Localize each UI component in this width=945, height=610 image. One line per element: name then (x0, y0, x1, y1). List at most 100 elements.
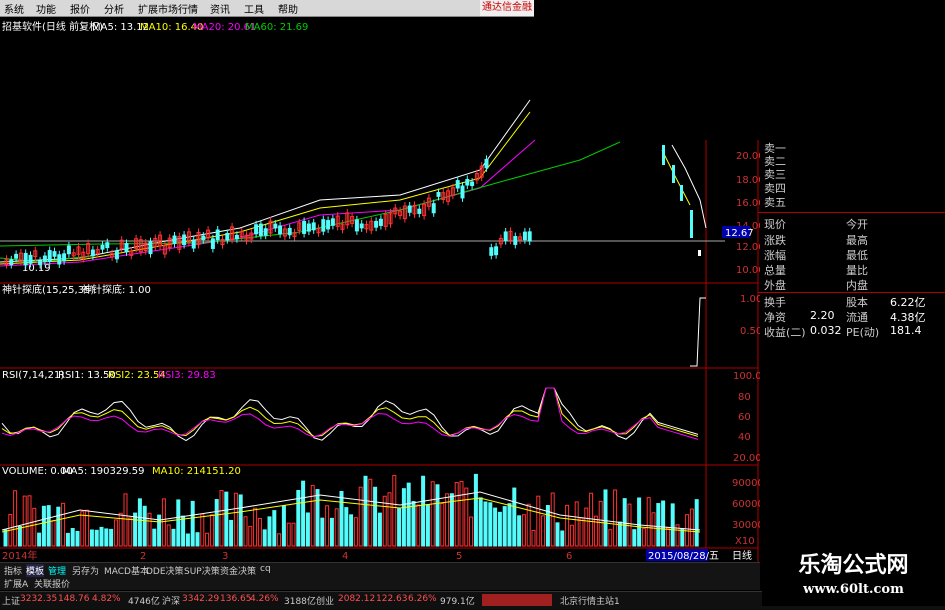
ask-5: 卖五 (764, 196, 786, 209)
tab-template[interactable]: 模板 (26, 564, 45, 577)
candle-body (38, 260, 43, 266)
tab-dde[interactable]: DDE决策 (146, 564, 184, 577)
tab-extend-a[interactable]: 扩展A (4, 577, 28, 590)
volume-bar (613, 489, 618, 547)
tab-related-quote[interactable]: 关联报价 (34, 577, 70, 590)
volume-bar (541, 515, 546, 547)
volume-bar (473, 473, 478, 547)
kline-chart[interactable]: 招基软件(日线 前复权) MA5: 13.12 MA10: 16.40 MA20… (0, 0, 760, 562)
rsi-tick-40: 40 (738, 432, 751, 443)
tab-macd[interactable]: MACD基本 (104, 564, 149, 577)
quote-value-capital: 6.22亿 (890, 296, 926, 309)
tab-cq[interactable]: cq (260, 564, 271, 574)
volume-bar (454, 482, 459, 547)
index-hs-value: 3342.29 (182, 594, 220, 604)
volume-bar (589, 492, 594, 547)
candle-body (62, 253, 67, 262)
volume-bar (651, 512, 656, 547)
volume-bar (65, 532, 70, 547)
candle-body (47, 250, 52, 262)
quote-value-float: 4.38亿 (890, 311, 926, 324)
volume-bar (665, 527, 670, 547)
candle-body (522, 231, 527, 241)
tab-indicator[interactable]: 指标 (4, 564, 22, 577)
tab-save-as[interactable]: 另存为 (72, 564, 99, 577)
index-sh-amount: 4746亿 (128, 597, 160, 607)
volume-bar (593, 515, 598, 547)
volume-bar (142, 505, 147, 547)
tab-manage[interactable]: 管理 (48, 564, 66, 577)
volume-bar (291, 522, 296, 547)
volume-bar (502, 506, 507, 547)
ma5-line (0, 99, 531, 263)
tab-fund[interactable]: 资金决策 (220, 564, 256, 577)
volume-bar (622, 498, 627, 547)
volume-bar (13, 490, 18, 547)
quote-label-change: 涨跌 (764, 234, 786, 247)
day-tab[interactable]: 日线 (732, 549, 752, 562)
volume-bar (353, 517, 358, 547)
volume-bar (550, 492, 555, 547)
candle-body (105, 242, 110, 249)
time-axis-month-2: 2 (140, 551, 146, 562)
volume-bar (75, 530, 80, 547)
last-price-tag: 12.67 (725, 228, 754, 239)
volume-bar (166, 524, 171, 547)
candle-body (273, 223, 278, 229)
volume-unit: X10 (735, 536, 755, 547)
candle-body (503, 231, 508, 242)
time-axis-month-6: 6 (566, 551, 572, 562)
volume-bar (310, 484, 315, 547)
candle-body (100, 244, 105, 250)
rsi-tick-80: 80 (738, 392, 751, 403)
volume-bar (670, 503, 675, 547)
candle-body (225, 232, 230, 241)
volume-bar (315, 489, 320, 547)
volume-bar (689, 508, 694, 547)
volume-bar (637, 497, 642, 547)
volume-bar (301, 480, 306, 547)
time-axis-start: 2014年 (2, 549, 37, 562)
rsi3-value: RSI3: 29.83 (158, 370, 216, 381)
volume-bar (430, 481, 435, 547)
candle-body (172, 235, 177, 244)
candle-body (302, 220, 307, 234)
volume-bar (209, 514, 214, 547)
candle-body (330, 218, 335, 226)
quote-value-eps: 0.032 (810, 324, 842, 337)
volume-bar (397, 508, 402, 547)
volume-bar (507, 503, 512, 547)
volume-bar (392, 474, 397, 547)
candle-body (470, 181, 475, 187)
needle-indicator-value: 神针探底: 1.00 (82, 283, 151, 296)
volume-bar (569, 524, 574, 547)
volume-bar (243, 516, 248, 547)
candle-body (57, 254, 62, 265)
candle-body (698, 250, 701, 256)
quote-label-turnover: 换手 (764, 296, 786, 309)
candle-body (326, 220, 331, 230)
volume-bar (646, 497, 651, 547)
volume-bar (584, 507, 589, 547)
candle-body (278, 225, 283, 235)
ma60-value: MA60: 21.69 (245, 22, 308, 33)
quote-panel: 卖一 卖二 卖三 卖四 卖五 现价 今开 涨跌 最高 涨幅 最低 总量 量比 外… (758, 140, 945, 340)
quote-label-inner: 内盘 (846, 279, 868, 292)
volume-bar (632, 529, 637, 547)
volume-bar (41, 505, 46, 547)
volume-bar (133, 512, 138, 547)
quote-label-eps: 收益(二) (764, 326, 806, 339)
volume-bar (104, 528, 109, 547)
volume-bar (224, 491, 229, 547)
rsi-tick-20: 20.00 (733, 453, 760, 464)
rsi1-line (1, 387, 699, 442)
volume-bar (17, 525, 22, 547)
candle-body (359, 223, 364, 229)
volume-bar (281, 505, 286, 547)
tab-sup[interactable]: SUP决策 (184, 564, 220, 577)
index-sh-change: 148.76 (58, 594, 90, 604)
volume-bar (109, 528, 114, 547)
volume-bar (190, 500, 195, 547)
volume-bar (421, 475, 426, 547)
quote-label-high: 最高 (846, 234, 868, 247)
